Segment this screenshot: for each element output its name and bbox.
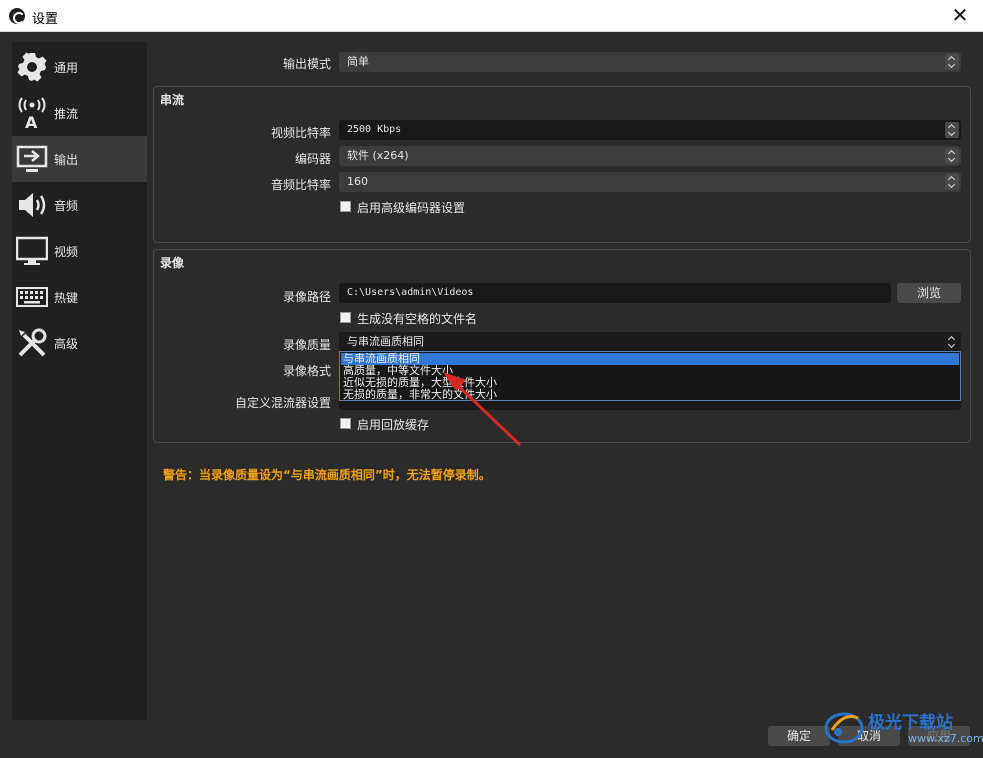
watermark-url: www.xz7.com xyxy=(908,732,983,745)
watermark: 极光下载站 www.xz7.com xyxy=(822,702,983,752)
watermark-logo-icon xyxy=(824,712,864,744)
annotation-arrow-icon xyxy=(443,372,522,447)
watermark-text: 极光下载站 xyxy=(868,713,953,733)
